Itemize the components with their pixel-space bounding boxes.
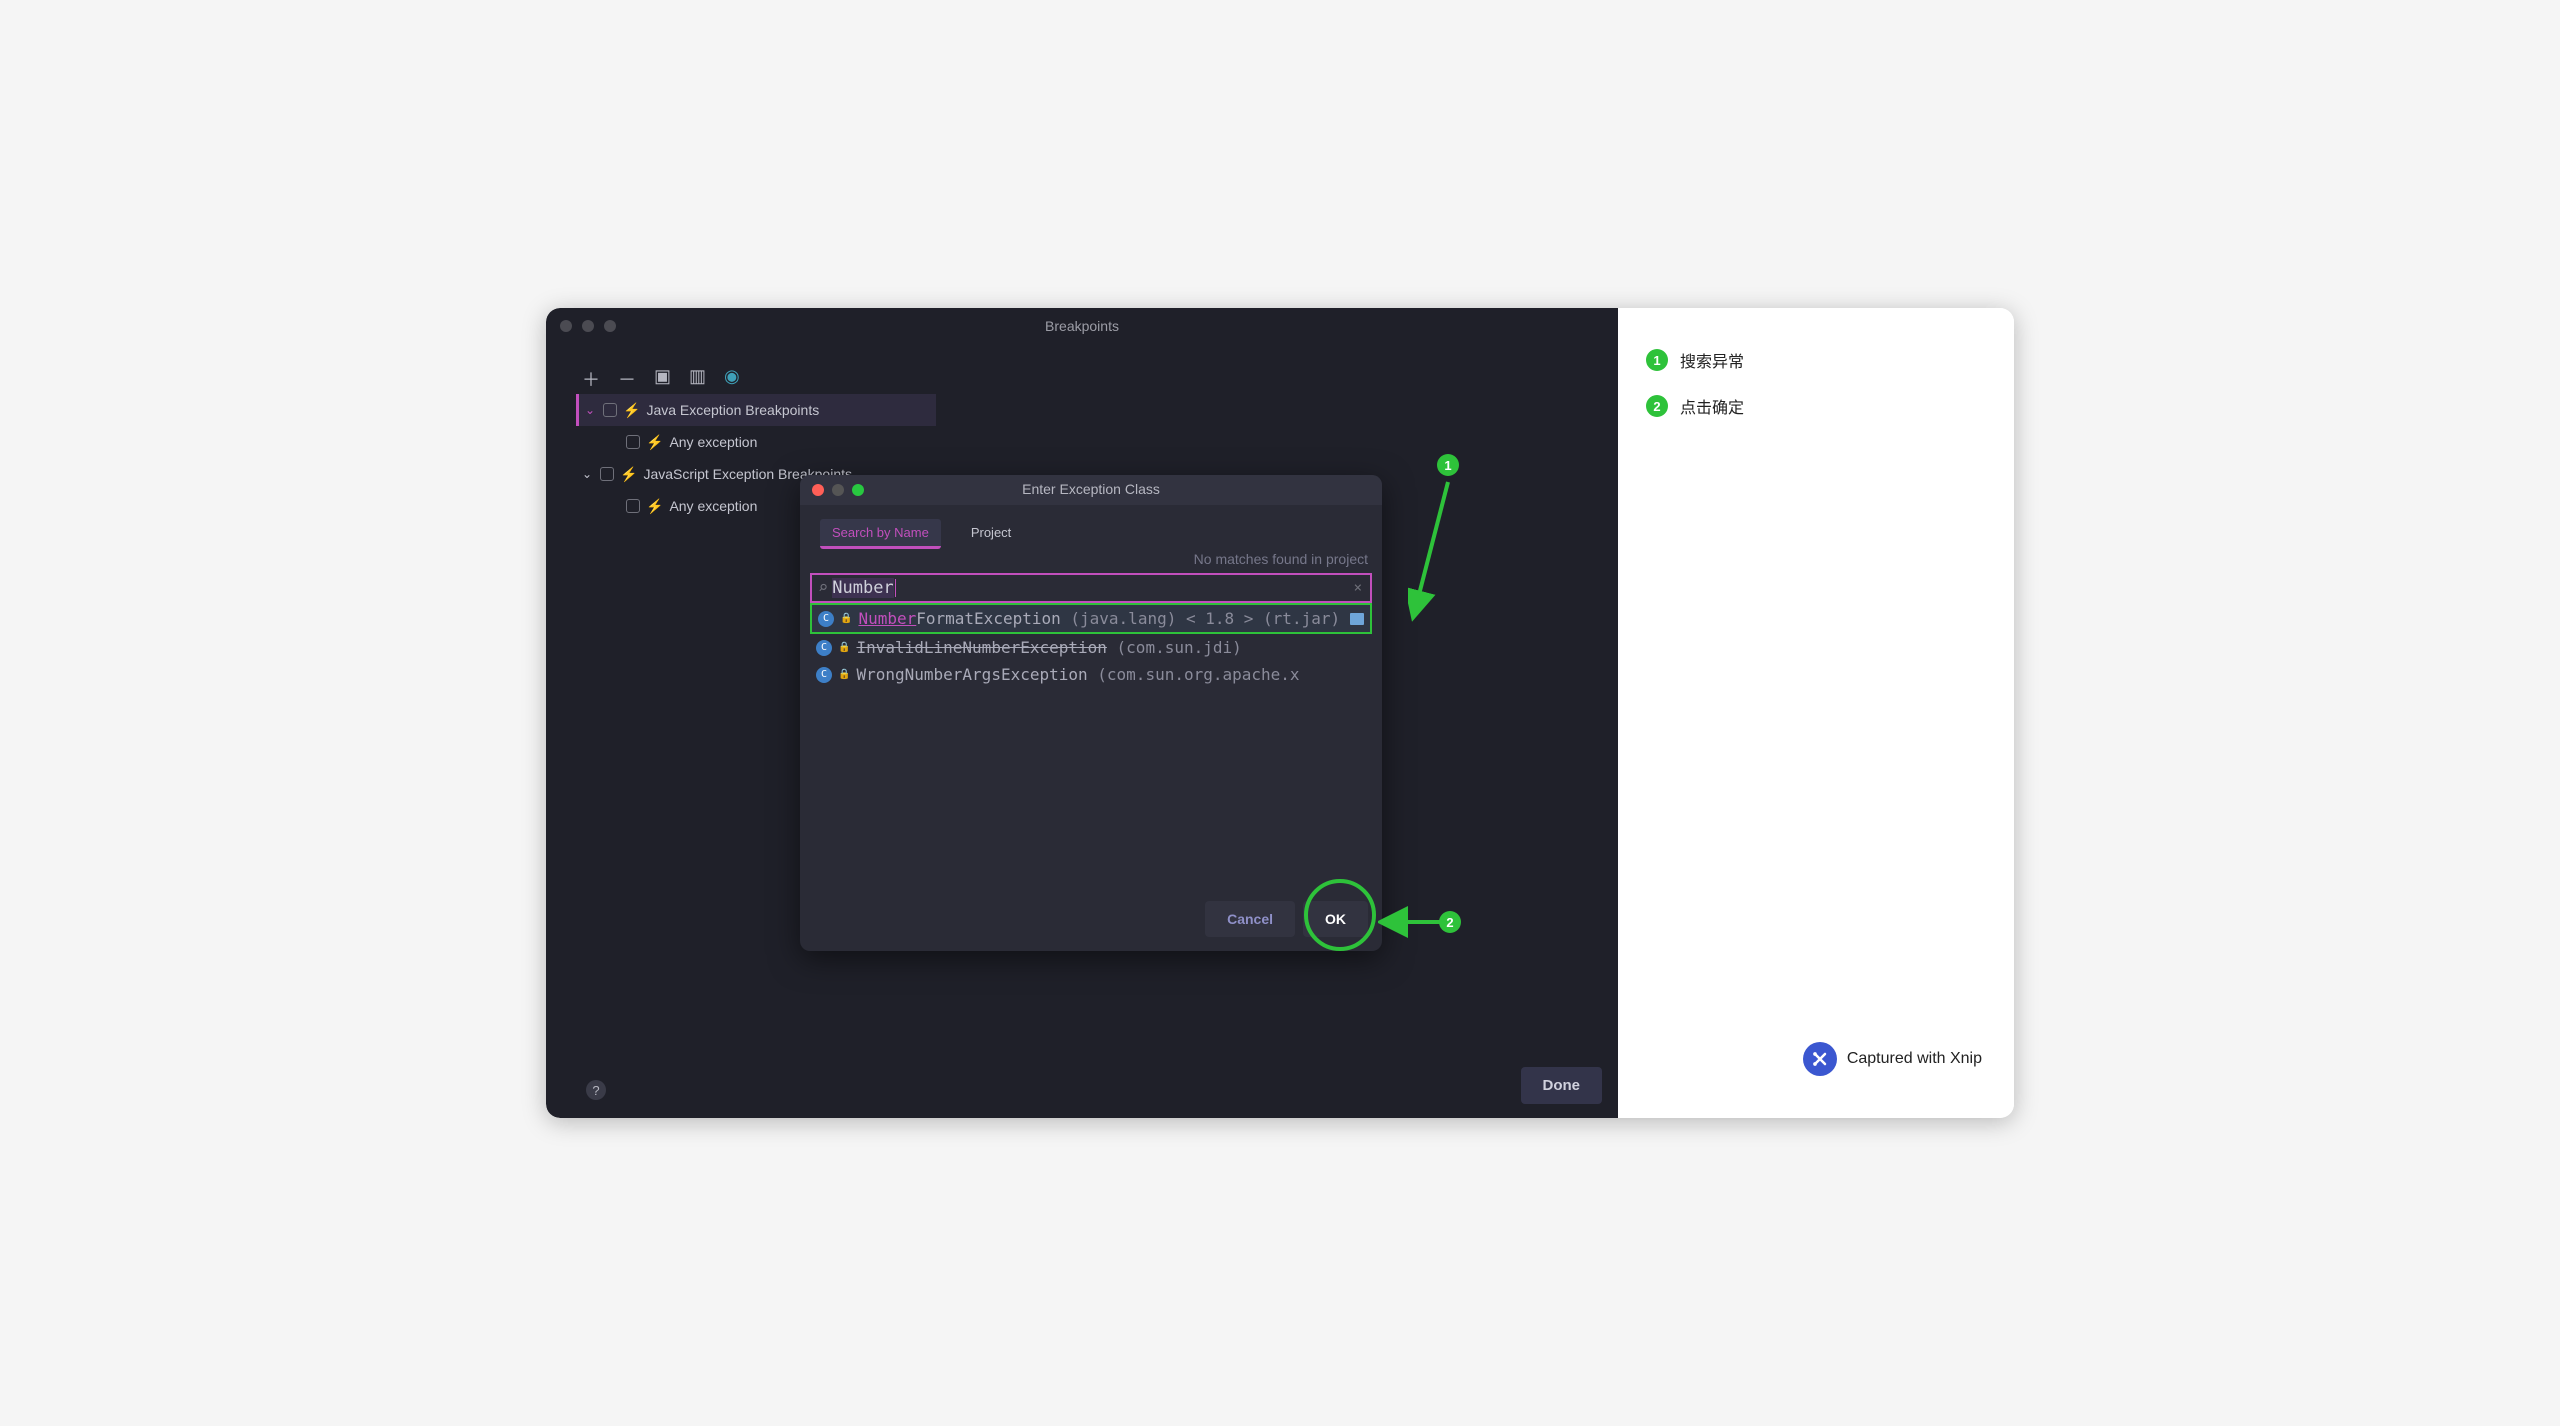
exception-bolt-icon: ⚡ <box>620 466 637 483</box>
tab-search-by-name[interactable]: Search by Name <box>820 519 941 549</box>
result-name: WrongNumberArgsException <box>856 665 1087 684</box>
tree-label: Any exception <box>669 498 757 514</box>
tree-java-exception-group[interactable]: ⌄ ⚡ Java Exception Breakpoints <box>576 394 936 426</box>
search-query-text: Number <box>832 578 893 598</box>
tab-project[interactable]: Project <box>959 519 1023 549</box>
ok-button[interactable]: OK <box>1303 901 1368 937</box>
exception-bolt-icon: ⚡ <box>646 498 663 515</box>
xnip-icon <box>1803 1042 1837 1076</box>
breakpoints-toolbar: ＋ － ▣ ▥ ◉ <box>582 366 740 392</box>
view-options-icon[interactable]: ◉ <box>724 366 740 392</box>
window-title: Breakpoints <box>546 318 1618 334</box>
checkbox[interactable] <box>626 435 640 449</box>
tree-label: Any exception <box>669 434 757 450</box>
class-icon: C <box>816 640 832 656</box>
watermark: Captured with Xnip <box>1803 1042 1982 1076</box>
result-name: InvalidLineNumberException <box>856 638 1106 657</box>
add-breakpoint-icon[interactable]: ＋ <box>582 366 600 392</box>
done-button[interactable]: Done <box>1521 1067 1603 1104</box>
exception-bolt-icon: ⚡ <box>646 434 663 451</box>
clear-search-icon[interactable]: × <box>1354 580 1362 596</box>
search-icon: ⌕ <box>818 578 828 598</box>
legend-text: 点击确定 <box>1680 394 1744 418</box>
chevron-down-icon[interactable]: ⌄ <box>585 403 597 417</box>
legend-marker-2: 2 <box>1646 395 1668 417</box>
dialog-title: Enter Exception Class <box>800 481 1382 497</box>
watermark-text: Captured with Xnip <box>1847 1050 1982 1068</box>
chevron-down-icon[interactable]: ⌄ <box>582 467 594 481</box>
search-input[interactable]: ⌕ Number × <box>810 573 1372 603</box>
library-icon <box>1350 613 1364 625</box>
result-package: (com.sun.org.apache.x <box>1088 665 1300 684</box>
result-package: (java.lang) < 1.8 > (rt.jar) <box>1061 609 1340 628</box>
result-match: Number <box>858 609 916 628</box>
tree-label: Java Exception Breakpoints <box>646 402 819 418</box>
help-button[interactable]: ? <box>586 1080 606 1100</box>
exception-bolt-icon: ⚡ <box>623 402 640 419</box>
dialog-buttons: Cancel OK <box>1205 901 1368 937</box>
class-icon: C <box>818 611 834 627</box>
cancel-button[interactable]: Cancel <box>1205 901 1295 937</box>
lock-icon: 🔒 <box>840 613 852 624</box>
result-numberformatexception[interactable]: C 🔒 NumberFormatException (java.lang) < … <box>810 603 1372 634</box>
result-wrongnumberargsexception[interactable]: C 🔒 WrongNumberArgsException (com.sun.or… <box>810 661 1372 688</box>
remove-breakpoint-icon[interactable]: － <box>618 366 636 392</box>
checkbox[interactable] <box>626 499 640 513</box>
dialog-tabs: Search by Name Project <box>800 505 1382 549</box>
annotation-arrow-1 <box>1408 476 1478 626</box>
group-by-class-icon[interactable]: ▥ <box>689 366 706 392</box>
annotation-marker-2: 2 <box>1439 911 1461 933</box>
lock-icon: 🔒 <box>838 642 850 653</box>
search-results-list: C 🔒 NumberFormatException (java.lang) < … <box>810 603 1372 688</box>
breakpoints-window: Breakpoints ＋ － ▣ ▥ ◉ ⌄ ⚡ Java Exception… <box>546 308 1618 1118</box>
captured-frame: Breakpoints ＋ － ▣ ▥ ◉ ⌄ ⚡ Java Exception… <box>546 308 2014 1118</box>
annotation-legend-panel: 1 搜索异常 2 点击确定 Captured with Xnip <box>1618 308 2014 1118</box>
annotation-marker-1: 1 <box>1437 454 1459 476</box>
result-package: (com.sun.jdi) <box>1107 638 1242 657</box>
group-by-icon[interactable]: ▣ <box>654 366 671 392</box>
no-matches-label: No matches found in project <box>1194 551 1368 567</box>
checkbox[interactable] <box>603 403 617 417</box>
enter-exception-class-dialog: Enter Exception Class Search by Name Pro… <box>800 475 1382 951</box>
legend-text: 搜索异常 <box>1680 348 1744 372</box>
legend-marker-1: 1 <box>1646 349 1668 371</box>
legend-item-2: 2 点击确定 <box>1646 394 1986 418</box>
text-cursor <box>895 579 896 597</box>
checkbox[interactable] <box>600 467 614 481</box>
dialog-header: Enter Exception Class <box>800 475 1382 505</box>
class-icon: C <box>816 667 832 683</box>
legend-item-1: 1 搜索异常 <box>1646 348 1986 372</box>
result-rest: FormatException <box>916 609 1061 628</box>
lock-icon: 🔒 <box>838 669 850 680</box>
tree-java-any-exception[interactable]: ⚡ Any exception <box>576 426 936 458</box>
result-invalidlinenumberexception[interactable]: C 🔒 InvalidLineNumberException (com.sun.… <box>810 634 1372 661</box>
